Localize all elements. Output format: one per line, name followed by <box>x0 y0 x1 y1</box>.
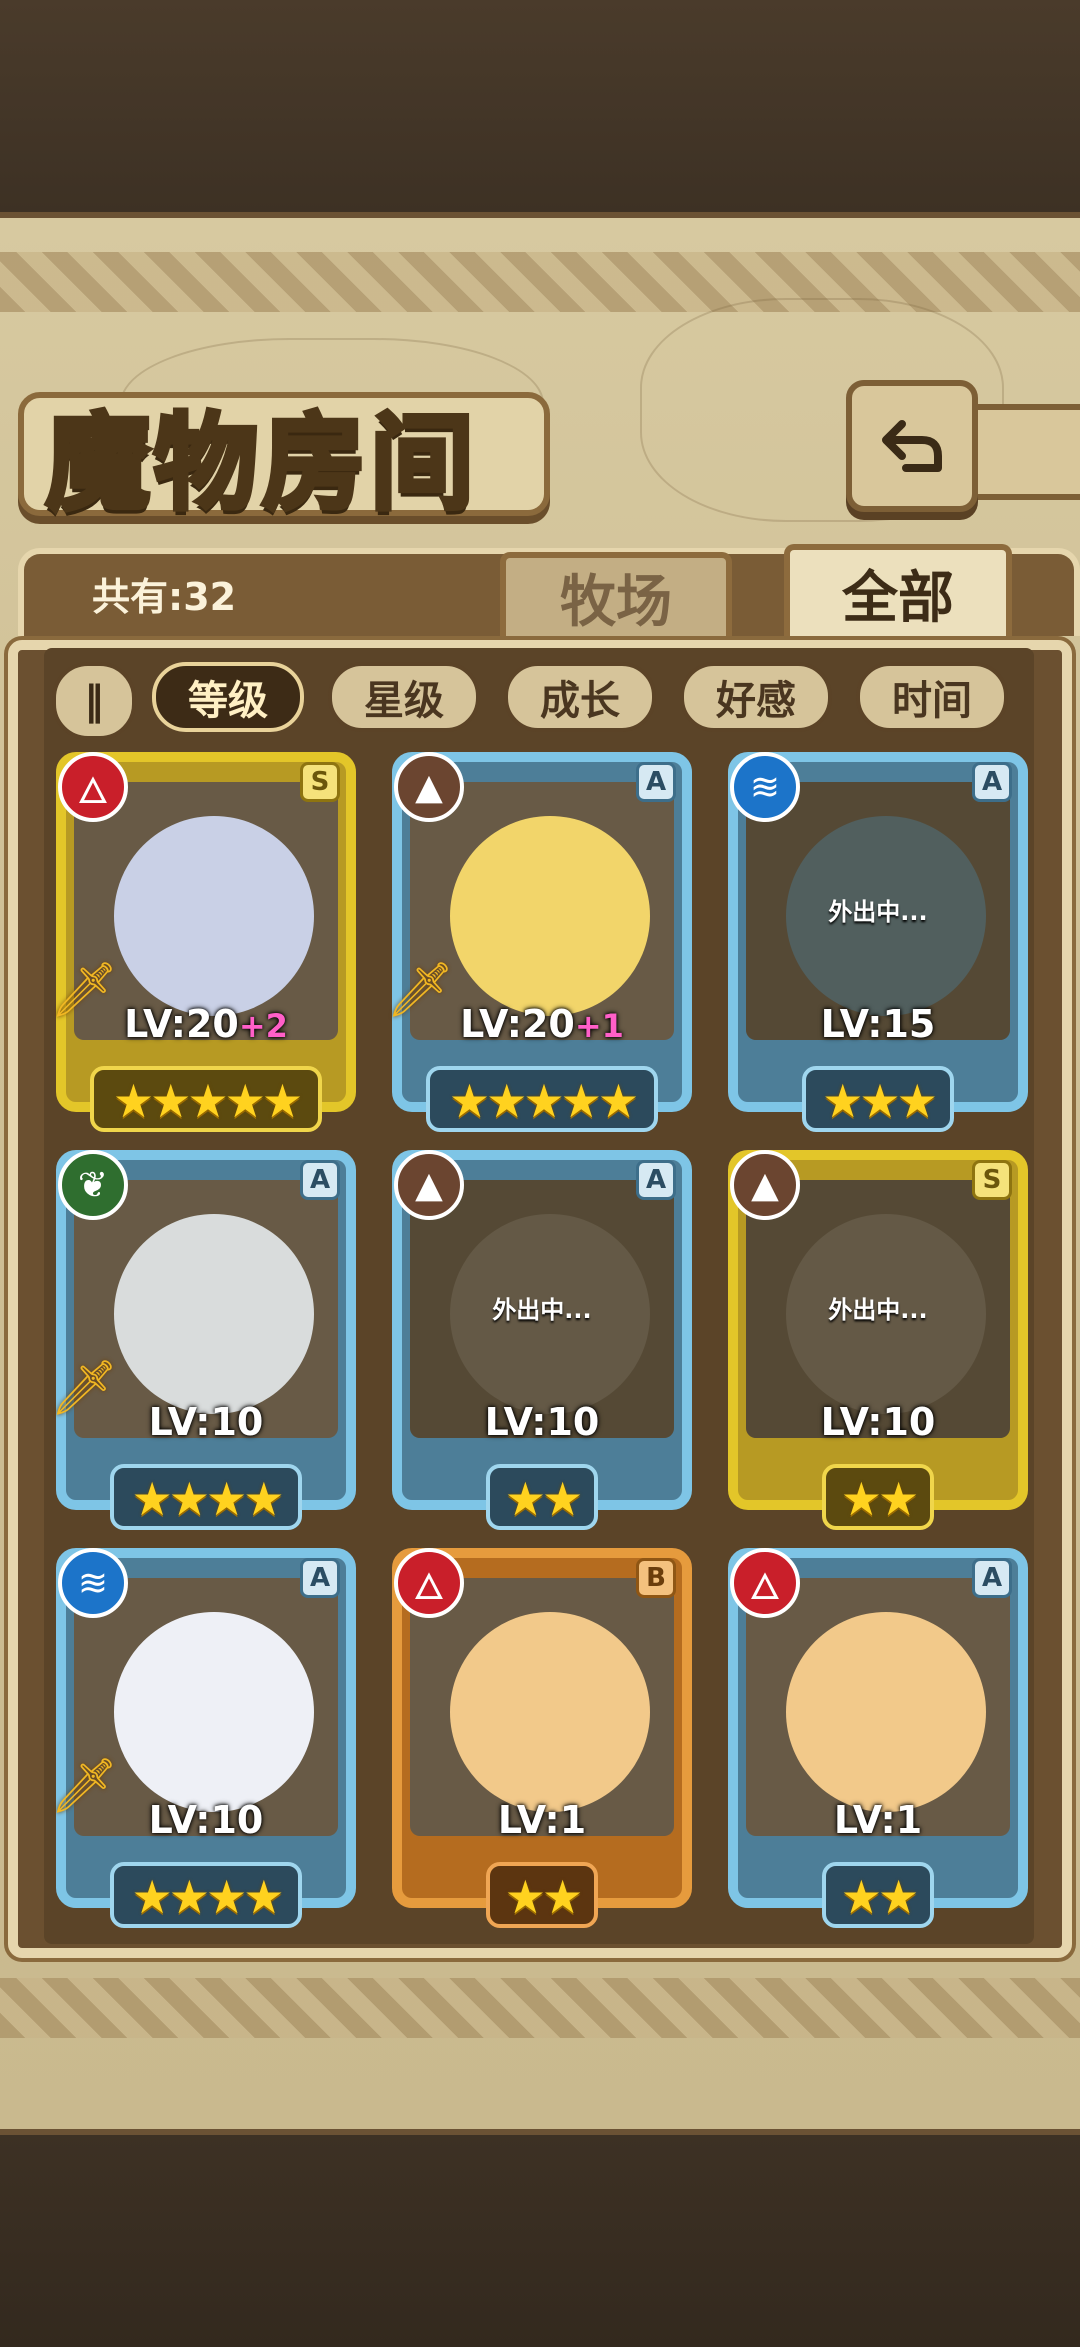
monster-card[interactable]: 外出中... ▲ S LV:10 ★★ <box>728 1150 1028 1530</box>
rank-badge: A <box>972 762 1012 802</box>
level-label: LV:10 <box>66 1798 346 1842</box>
rank-badge: A <box>972 1558 1012 1598</box>
level-bonus: +2 <box>238 1007 288 1045</box>
level-value: LV:10 <box>148 1798 264 1842</box>
rank-badge: A <box>300 1558 340 1598</box>
level-value: LV:10 <box>820 1400 936 1444</box>
away-label: 外出中... <box>828 898 928 926</box>
level-value: LV:20 <box>460 1002 575 1046</box>
rank-badge: A <box>300 1160 340 1200</box>
rank-badge: A <box>636 1160 676 1200</box>
sort-growth-button[interactable]: 成长 <box>504 662 656 732</box>
bottom-map-band <box>0 2135 1080 2347</box>
wind-element-icon: ❦ <box>58 1150 128 1220</box>
away-label: 外出中... <box>828 1296 928 1324</box>
earth-element-icon: ▲ <box>394 752 464 822</box>
away-label: 外出中... <box>492 1296 592 1324</box>
level-label: LV:15 <box>738 1002 1018 1046</box>
level-label: LV:20+2 <box>66 1002 346 1046</box>
monster-card[interactable]: ▲ A 🗡 LV:20+1 ★★★★★ <box>386 752 692 1132</box>
top-hatch-border <box>0 252 1080 312</box>
sort-order-toggle[interactable]: ‖ <box>52 662 136 740</box>
star-rating: ★★★★★ <box>448 1074 639 1128</box>
monster-portrait <box>114 816 314 1016</box>
level-value: LV:20 <box>124 1002 239 1046</box>
level-value: LV:1 <box>833 1798 923 1842</box>
level-bonus: +1 <box>574 1007 624 1045</box>
monster-card[interactable]: ≋ A 🗡 LV:10 ★★★★ <box>50 1548 356 1928</box>
star-rating: ★★★ <box>822 1074 938 1128</box>
monster-count: 共有:32 <box>92 575 237 619</box>
pause-icon: ‖ <box>84 678 104 724</box>
sort-affection-button[interactable]: 好感 <box>680 662 832 732</box>
monster-card[interactable]: ❦ A 🗡 LV:10 ★★★★ <box>50 1150 356 1530</box>
star-rating: ★★ <box>504 1870 583 1924</box>
earth-element-icon: ▲ <box>394 1150 464 1220</box>
page-title: 魔物房间 <box>43 399 479 527</box>
bottom-hatch-border <box>0 1978 1080 2038</box>
sort-star-button[interactable]: 星级 <box>328 662 480 732</box>
star-rating: ★★★★★ <box>112 1074 303 1128</box>
monster-card[interactable]: 🜂 A LV:1 ★★ <box>728 1548 1028 1928</box>
fire-element-icon: 🜂 <box>394 1548 464 1618</box>
rank-badge: S <box>972 1160 1012 1200</box>
fire-element-icon: 🜂 <box>58 752 128 822</box>
star-rating: ★★ <box>504 1472 583 1526</box>
level-label: LV:10 <box>738 1400 1018 1444</box>
level-label: LV:20+1 <box>402 1002 682 1046</box>
level-label: LV:1 <box>402 1798 682 1842</box>
back-arrow-icon <box>882 420 942 472</box>
star-rating: ★★★★ <box>131 1472 285 1526</box>
sort-time-button[interactable]: 时间 <box>856 662 1008 732</box>
tab-all[interactable]: 全部 <box>784 544 1012 636</box>
level-label: LV:10 <box>66 1400 346 1444</box>
monster-portrait <box>114 1612 314 1812</box>
star-rating: ★★ <box>840 1870 919 1924</box>
top-map-band <box>0 0 1080 212</box>
level-value: LV:10 <box>148 1400 264 1444</box>
level-value: LV:1 <box>497 1798 587 1842</box>
monster-portrait <box>450 1612 650 1812</box>
water-element-icon: ≋ <box>58 1548 128 1618</box>
rank-badge: B <box>636 1558 676 1598</box>
level-value: LV:15 <box>820 1002 936 1046</box>
level-label: LV:1 <box>738 1798 1018 1842</box>
rank-badge: S <box>300 762 340 802</box>
monster-card[interactable]: 🜂 B LV:1 ★★ <box>392 1548 692 1928</box>
fire-element-icon: 🜂 <box>730 1548 800 1618</box>
monster-card[interactable]: 🜂 S 🗡 LV:20+2 ★★★★★ <box>50 752 356 1132</box>
monster-portrait <box>114 1214 314 1414</box>
monster-card[interactable]: 外出中... ≋ A LV:15 ★★★ <box>728 752 1028 1132</box>
tab-ranch[interactable]: 牧场 <box>500 552 732 636</box>
level-value: LV:10 <box>484 1400 600 1444</box>
monster-portrait <box>450 816 650 1016</box>
star-rating: ★★ <box>840 1472 919 1526</box>
level-label: LV:10 <box>402 1400 682 1444</box>
monster-portrait <box>786 1612 986 1812</box>
water-element-icon: ≋ <box>730 752 800 822</box>
back-button-bar <box>966 404 1080 500</box>
back-button[interactable] <box>846 380 978 512</box>
earth-element-icon: ▲ <box>730 1150 800 1220</box>
star-rating: ★★★★ <box>131 1870 285 1924</box>
rank-badge: A <box>636 762 676 802</box>
sort-level-button[interactable]: 等级 <box>152 662 304 732</box>
monster-card[interactable]: 外出中... ▲ A LV:10 ★★ <box>392 1150 692 1530</box>
